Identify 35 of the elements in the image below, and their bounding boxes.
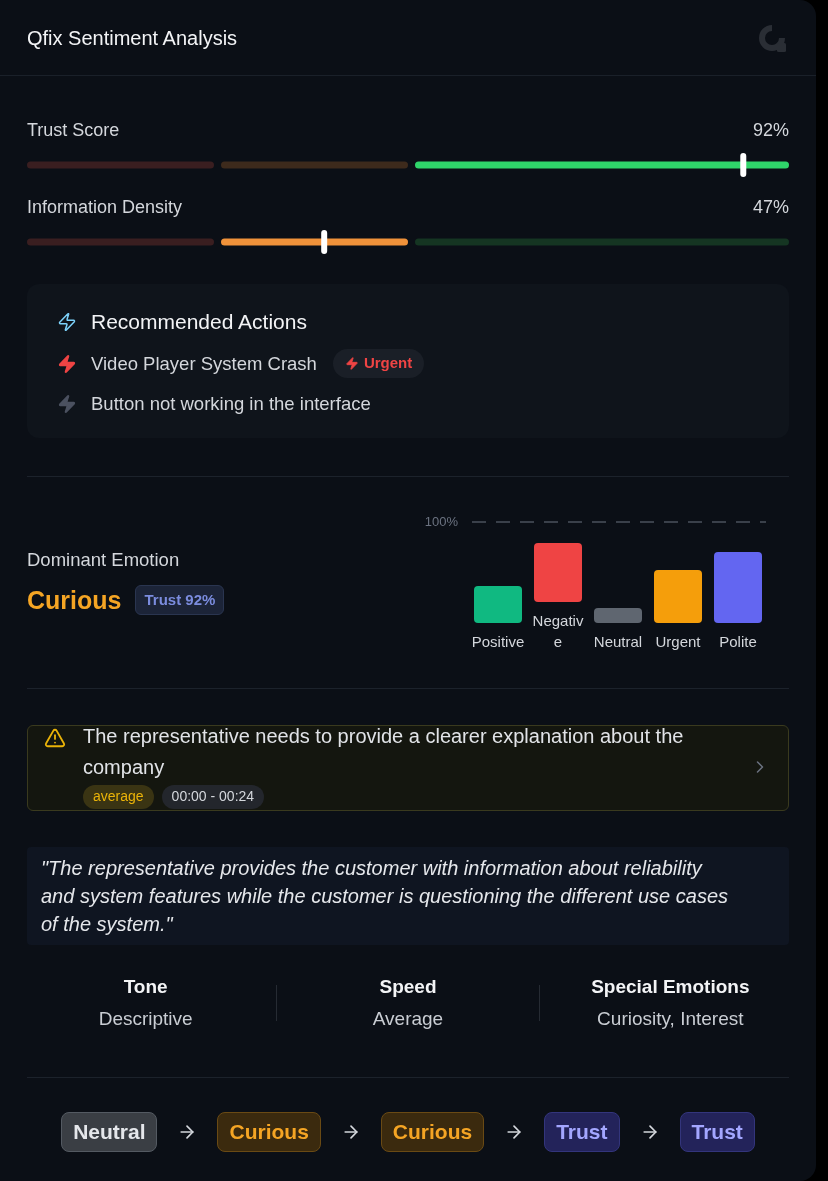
warning-icon xyxy=(43,726,67,749)
gauge-label: Information Density xyxy=(27,195,183,219)
lightning-icon xyxy=(344,355,359,372)
section-label: Dominant Emotion xyxy=(27,548,181,572)
stat-value: Curiosity, Interest xyxy=(597,1006,744,1031)
bar-label: Polite xyxy=(718,631,758,652)
stat-label: Special Emotions xyxy=(591,974,750,999)
emotion-chip: Trust xyxy=(544,1111,620,1152)
action-text: Button not working in the interface xyxy=(91,391,371,416)
gauge-label: Trust Score xyxy=(27,118,120,142)
bar-label: Urgent xyxy=(654,631,702,652)
gauge-reading: 92% xyxy=(752,118,789,142)
summary-quote: "The representative provides the customer with information about reliability and system features while the customer is questioning the different use cases of the system." xyxy=(27,846,789,945)
trust-badge: Trust 92% xyxy=(135,585,225,615)
gauge-reading: 47% xyxy=(752,195,789,219)
badge-text: Urgent xyxy=(363,353,413,374)
bar-label: Neutral xyxy=(592,631,644,652)
bar-label: Negative xyxy=(531,610,585,652)
stat-label: Tone xyxy=(123,974,168,999)
emotion-chip: Trust xyxy=(679,1111,755,1152)
time-tag: 00:00 - 00:24 xyxy=(161,784,265,809)
emotion-name: Curious xyxy=(27,585,122,615)
action-text: Video Player System Crash xyxy=(91,351,317,376)
bar-label: Positive xyxy=(470,631,526,652)
actions-title: Recommended Actions xyxy=(91,309,307,335)
stat-label: Speed xyxy=(379,974,437,999)
emotion-chip: Curious xyxy=(380,1111,485,1152)
app-title: Qfix Sentiment Analysis xyxy=(27,25,238,51)
scale-label: 100% xyxy=(424,512,458,531)
stat-value: Descriptive xyxy=(98,1006,193,1031)
stat-value: Average xyxy=(372,1006,444,1031)
severity-tag: average xyxy=(83,784,154,809)
emotion-chip: Neutral xyxy=(61,1111,158,1152)
insight-text: The representative needs to provide a clearer explanation about the company xyxy=(83,723,685,780)
emotion-chip: Curious xyxy=(217,1111,321,1152)
